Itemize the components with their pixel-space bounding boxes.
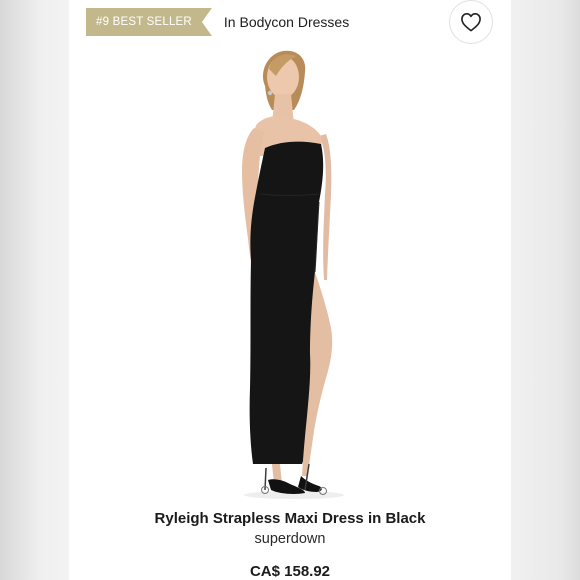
product-brand[interactable]: superdown (69, 531, 511, 547)
heart-outline-icon (461, 13, 481, 32)
category-label[interactable]: In Bodycon Dresses (224, 14, 349, 30)
product-title[interactable]: Ryleigh Strapless Maxi Dress in Black (69, 510, 511, 527)
best-seller-badge: #9 BEST SELLER (86, 8, 212, 36)
badge-row: #9 BEST SELLER In Bodycon Dresses (86, 8, 349, 36)
product-card[interactable]: #9 BEST SELLER In Bodycon Dresses Ryleig… (69, 0, 511, 580)
favorite-button[interactable] (449, 0, 493, 44)
product-photo[interactable] (69, 44, 511, 500)
product-price: CA$ 158.92 (249, 563, 331, 580)
screenshot-stage: #9 BEST SELLER In Bodycon Dresses Ryleig… (0, 0, 580, 580)
